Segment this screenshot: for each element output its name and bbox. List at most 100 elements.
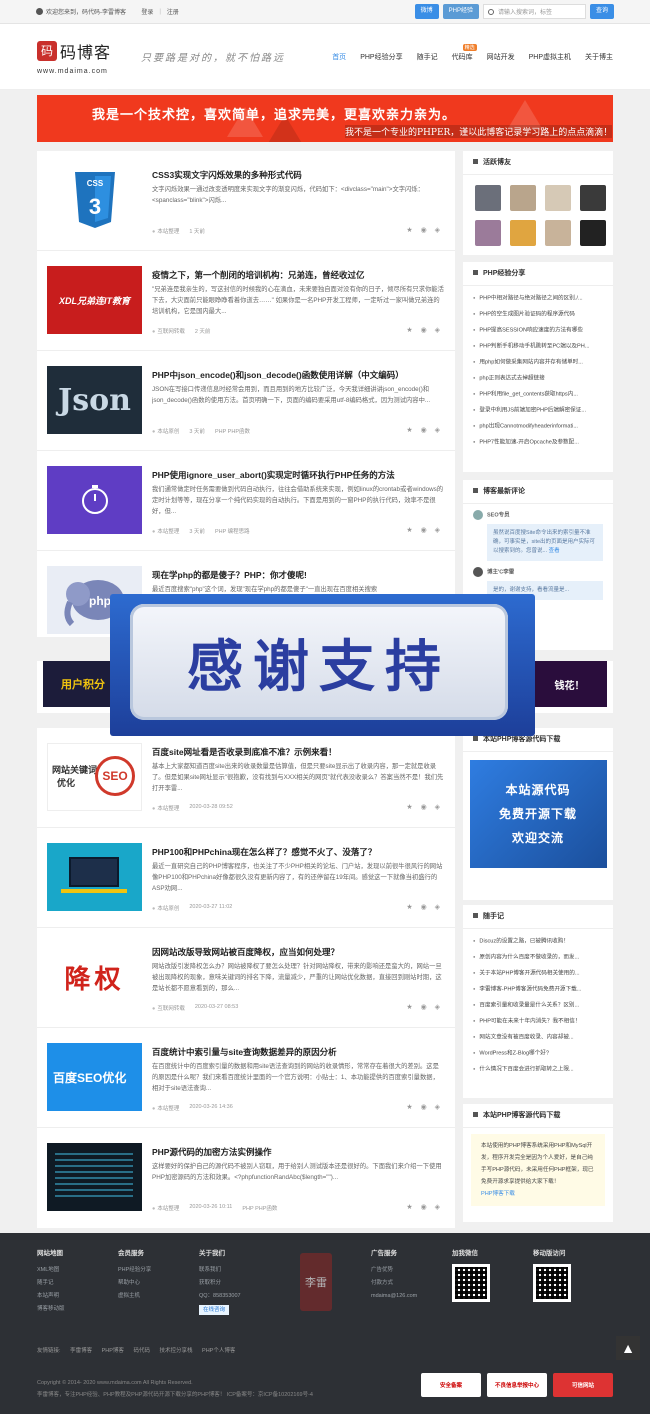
avatar[interactable] [580,220,606,246]
nav-php-hosting[interactable]: PHP虚拟主机 [529,52,571,62]
list-item[interactable]: 什么情况下百度会进行抓取转之上限... [473,1061,603,1077]
search-button[interactable]: 查询 [589,4,614,19]
footer-link[interactable]: 联系我们 [199,1264,241,1277]
footer-link[interactable]: 博客移动版 [37,1303,65,1316]
list-item[interactable]: 关于本站PHP博客开源代码相关使用的... [473,965,603,981]
top-banner[interactable]: 我是一个技术控，喜欢简单，追求完美，更喜欢亲力亲为。 我不是一个专业的PHPER… [37,95,613,142]
list-item[interactable]: 用php如何做采集网站内容并存有储单时... [473,354,603,370]
post-title[interactable]: CSS3实现文字闪烁效果的多种形式代码 [152,169,302,181]
share-icons[interactable]: ★ ◉ ◈ [406,803,443,811]
list-item[interactable]: PHP利用file_get_contents获取https内... [473,386,603,402]
nav-web-dev[interactable]: 网站开发 [487,52,515,62]
site-logo[interactable]: 码 码博客 www.mdaima.com [37,39,129,75]
share-icons[interactable]: ★ ◉ ◈ [406,526,443,534]
share-icons[interactable]: ★ ◉ ◈ [406,326,443,334]
ad-right[interactable]: 钱花！ [532,661,607,707]
post-item[interactable]: PHP使用ignore_user_abort()实现定时循环执行PHP任务的方法… [37,451,455,551]
footer-email[interactable]: mdaima@126.com [371,1290,417,1303]
footer-link[interactable]: 获取积分 [199,1277,241,1290]
share-icons[interactable]: ★ ◉ ◈ [406,226,443,234]
list-item[interactable]: 李雷博客-PHP博客源代码免费开源下载... [473,981,603,997]
post-thumb-seo[interactable]: 网站关键词 优化 SEO [47,743,142,811]
friend-link[interactable]: 技术控分享栈 [160,1348,193,1354]
back-to-top-button[interactable]: ▲ [616,1336,640,1360]
post-title[interactable]: 现在学php的都是傻子？PHP：你才傻呢! [152,569,307,581]
trust-badge[interactable]: 不良信息举报中心 [487,1373,547,1397]
avatar[interactable] [545,220,571,246]
footer-link[interactable]: 本站声明 [37,1290,65,1303]
avatar[interactable] [475,220,501,246]
list-item[interactable]: PHP7性能加速-开启Opcache及参数配... [473,434,603,450]
footer-link[interactable]: 广告优势 [371,1264,417,1277]
nav-notes[interactable]: 随手记 [417,52,438,62]
search-input[interactable]: 请输入搜索词，标签 [482,4,586,19]
post-title[interactable]: 疫情之下，第一个削闭的培训机构：兄弟连，曾经收过亿 [152,269,365,281]
list-item[interactable]: PHP提高SESSION响应速度的方法有哪些 [473,322,603,338]
comment-user[interactable]: SEO专员 [487,512,510,518]
post-title[interactable]: PHP100和PHPchina现在怎么样了？感觉不火了、没落了？ [152,846,376,858]
footer-link[interactable]: PHP经验分享 [118,1264,151,1277]
post-title[interactable]: PHP源代码的加密方法实例操作 [152,1146,271,1158]
nav-about[interactable]: 关于博主 [585,52,613,62]
comment-user[interactable]: 博主'C李雷 [487,569,514,575]
trust-badge[interactable]: 可信网站 [553,1373,613,1397]
post-thumb-jiangquan[interactable]: 降权 [47,943,142,1011]
list-item[interactable]: Discuz的设置之路，已被腾讯收购！ [473,933,603,949]
post-thumb-desk[interactable] [47,843,142,911]
list-item[interactable]: PHP可能在未来十年内消失？我不相信！ [473,1013,603,1029]
share-icons[interactable]: ★ ◉ ◈ [406,1103,443,1111]
post-thumb-baiduseo[interactable]: 百度SEO优化 [47,1043,142,1111]
nav-home[interactable]: 首页 [332,52,346,62]
post-item[interactable]: 百度SEO优化 百度统计中索引量与site查询数据差异的原因分析 在百度统计中的… [37,1028,455,1128]
avatar[interactable] [475,185,501,211]
footer-link[interactable]: 付款方式 [371,1277,417,1290]
post-title[interactable]: 百度site网址看是否收录到底准不准？示例来看！ [152,746,337,758]
online-consult-button[interactable]: 在线咨询 [199,1305,230,1315]
post-thumb-xdl[interactable]: XDL兄弟连IT教育 [47,266,142,334]
post-title[interactable]: PHP使用ignore_user_abort()实现定时循环执行PHP任务的方法 [152,469,395,481]
php-experience-button[interactable]: PHP经验 [442,4,479,19]
list-item[interactable]: 网站文章没有被百度收录、内容却被... [473,1029,603,1045]
post-thumb-code[interactable] [47,1143,142,1211]
list-item[interactable]: PHP的空生成图片验证码的程序源代码 [473,306,603,322]
post-thumb-json[interactable]: Json [47,366,142,434]
avatar[interactable] [510,220,536,246]
list-item[interactable]: WordPress和Z-Blog哪个好? [473,1045,603,1061]
footer-link[interactable]: 帮助中心 [118,1277,151,1290]
list-item[interactable]: PHP中相对路径与绝对路径之间的区别./... [473,290,603,306]
post-thumb-timer[interactable] [47,466,142,534]
login-link[interactable]: 登录 [141,7,153,16]
sina-weibo-button[interactable]: 微博 [414,4,439,19]
nav-code-library[interactable]: 代码库 精选 [452,43,477,62]
avatar[interactable] [580,185,606,211]
share-icons[interactable]: ★ ◉ ◈ [406,1203,443,1211]
avatar[interactable] [510,185,536,211]
avatar[interactable] [545,185,571,211]
post-item[interactable]: PHP源代码的加密方法实例操作 这样要好的保护自己的源代码不被别人窃取，用于给别… [37,1128,455,1228]
footer-link[interactable]: 随手记 [37,1277,65,1290]
list-item[interactable]: 登录中利用JS前端加密PHP后端解密保证... [473,402,603,418]
post-item[interactable]: 网站关键词 优化 SEO 百度site网址看是否收录到底准不准？示例来看！ 基本… [37,728,455,828]
list-item[interactable]: 原创内容为什么百度不做收录的，而发... [473,949,603,965]
share-icons[interactable]: ★ ◉ ◈ [406,1003,443,1011]
post-title[interactable]: PHP中json_encode()和json_decode()函数使用详解（中文… [152,369,404,381]
list-item[interactable]: php正则表达式去掉超链接 [473,370,603,386]
post-item[interactable]: XDL兄弟连IT教育 疫情之下，第一个削闭的培训机构：兄弟连，曾经收过亿 "兄弟… [37,251,455,351]
friend-link[interactable]: PHP个人博客 [202,1348,235,1354]
list-item[interactable]: php出现Cannotmodifyheaderinformati... [473,418,603,434]
register-link[interactable]: 注册 [167,7,179,16]
friend-link[interactable]: 李雷博客 [70,1348,92,1354]
post-item[interactable]: Json PHP中json_encode()和json_decode()函数使用… [37,351,455,451]
list-item[interactable]: 百度索引量和收录量是什么关系？区别... [473,997,603,1013]
friend-link[interactable]: PHP博客 [102,1348,124,1354]
post-thumb-css3[interactable]: CSS 3 [47,166,142,234]
post-title[interactable]: 因网站改版导致网站被百度降权，应当如何处理？ [152,946,339,958]
post-item[interactable]: 降权 因网站改版导致网站被百度降权，应当如何处理？ 网站改版引发降权怎么办？网站… [37,928,455,1028]
trust-badge[interactable]: 安全备案 [421,1373,481,1397]
footer-link[interactable]: XML地图 [37,1264,65,1277]
download-link[interactable]: PHP博客下载 [481,1191,515,1197]
friend-link[interactable]: 码代码 [133,1348,150,1354]
footer-link[interactable]: 虚拟主机 [118,1290,151,1303]
list-item[interactable]: PHP判断手机移动手机跳转至PC端以及PH... [473,338,603,354]
share-icons[interactable]: ★ ◉ ◈ [406,903,443,911]
